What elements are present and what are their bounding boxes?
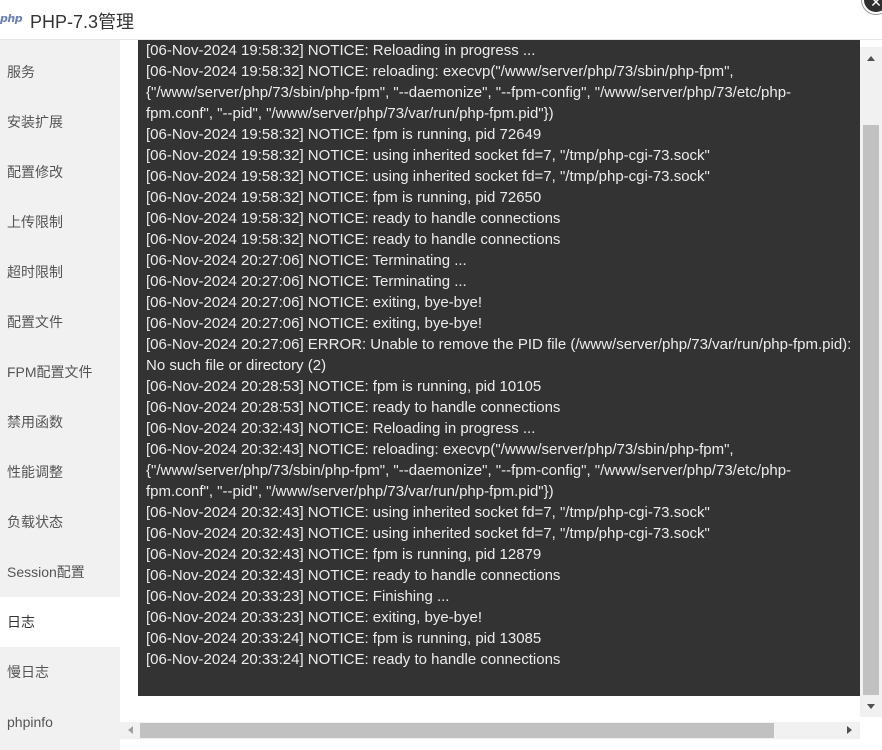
log-line: [06-Nov-2024 19:58:32] NOTICE: ready to … [146, 231, 561, 248]
sidebar-item-upload-limit[interactable]: 上传限制 [0, 197, 120, 247]
sidebar-item-config-edit[interactable]: 配置修改 [0, 147, 120, 197]
log-output[interactable]: [06-Nov-2024 19:58:32] NOTICE: Reloading… [138, 40, 860, 696]
log-line: [06-Nov-2024 20:32:43] NOTICE: fpm is ru… [146, 546, 542, 563]
log-line: [06-Nov-2024 20:33:24] NOTICE: ready to … [146, 651, 561, 668]
sidebar-item-install-extension[interactable]: 安装扩展 [0, 97, 120, 147]
scroll-left-arrow-icon[interactable] [128, 726, 133, 734]
scroll-down-arrow-icon[interactable] [867, 704, 875, 709]
sidebar-item-phpinfo[interactable]: phpinfo [0, 697, 120, 747]
log-line: [06-Nov-2024 19:58:32] NOTICE: ready to … [146, 210, 561, 227]
log-line: [06-Nov-2024 20:33:23] NOTICE: Finishing… [146, 588, 450, 605]
log-line: [06-Nov-2024 19:58:32] NOTICE: using inh… [146, 168, 710, 185]
sidebar-item-timeout-limit[interactable]: 超时限制 [0, 247, 120, 297]
sidebar-item-service[interactable]: 服务 [0, 47, 120, 97]
sidebar-item-load-status[interactable]: 负载状态 [0, 497, 120, 547]
sidebar-item-config-file[interactable]: 配置文件 [0, 297, 120, 347]
log-line: No such file or directory (2) [146, 357, 327, 374]
close-icon: ✕ [870, 0, 882, 10]
log-line: [06-Nov-2024 20:32:43] NOTICE: Reloading… [146, 420, 536, 437]
log-line: [06-Nov-2024 19:58:32] NOTICE: fpm is ru… [146, 126, 542, 143]
log-line: [06-Nov-2024 20:27:06] NOTICE: Terminati… [146, 252, 467, 269]
sidebar-item-performance[interactable]: 性能调整 [0, 447, 120, 497]
horizontal-scroll-thumb[interactable] [140, 723, 774, 738]
title-bar: php PHP-7.3管理 ✕ [0, 0, 882, 40]
sidebar-item-log[interactable]: 日志 [0, 597, 120, 647]
log-line: [06-Nov-2024 19:58:32] NOTICE: Reloading… [146, 42, 536, 59]
sidebar-item-fpm-config-file[interactable]: FPM配置文件 [0, 347, 120, 397]
log-line: [06-Nov-2024 19:58:32] NOTICE: fpm is ru… [146, 189, 542, 206]
log-line: [06-Nov-2024 20:27:06] NOTICE: Terminati… [146, 273, 467, 290]
sidebar-item-disabled-functions[interactable]: 禁用函数 [0, 397, 120, 447]
log-line: fpm.conf", "--pid", "/www/server/php/73/… [146, 483, 554, 500]
php-logo-icon: php [0, 12, 23, 25]
sidebar: 服务 安装扩展 配置修改 上传限制 超时限制 配置文件 FPM配置文件 禁用函数… [0, 40, 120, 750]
vertical-scrollbar[interactable] [860, 47, 882, 717]
log-line: [06-Nov-2024 19:58:32] NOTICE: using inh… [146, 147, 710, 164]
log-line: [06-Nov-2024 20:32:43] NOTICE: using inh… [146, 525, 710, 542]
sidebar-item-session-config[interactable]: Session配置 [0, 547, 120, 597]
log-line: [06-Nov-2024 19:58:32] NOTICE: reloading… [146, 63, 734, 80]
log-line: [06-Nov-2024 20:28:53] NOTICE: ready to … [146, 399, 561, 416]
log-line: [06-Nov-2024 20:27:06] ERROR: Unable to … [146, 336, 852, 353]
scroll-up-arrow-icon[interactable] [867, 56, 875, 61]
php-manager-window: php PHP-7.3管理 ✕ 服务 安装扩展 配置修改 上传限制 超时限制 配… [0, 0, 882, 750]
log-line: [06-Nov-2024 20:32:43] NOTICE: ready to … [146, 567, 561, 584]
log-line: fpm.conf", "--pid", "/www/server/php/73/… [146, 105, 554, 122]
log-line: [06-Nov-2024 20:33:23] NOTICE: exiting, … [146, 609, 483, 626]
log-line: [06-Nov-2024 20:28:53] NOTICE: fpm is ru… [146, 378, 542, 395]
log-line: [06-Nov-2024 20:32:43] NOTICE: using inh… [146, 504, 710, 521]
window-title: PHP-7.3管理 [30, 12, 135, 32]
log-line: [06-Nov-2024 20:33:24] NOTICE: fpm is ru… [146, 630, 542, 647]
log-line: [06-Nov-2024 20:27:06] NOTICE: exiting, … [146, 294, 483, 311]
vertical-scroll-thumb[interactable] [863, 125, 879, 695]
sidebar-item-slow-log[interactable]: 慢日志 [0, 647, 120, 697]
close-button[interactable]: ✕ [862, 0, 882, 14]
log-line: {"/www/server/php/73/sbin/php-fpm", "--d… [146, 462, 792, 479]
log-line: [06-Nov-2024 20:27:06] NOTICE: exiting, … [146, 315, 483, 332]
scroll-right-arrow-icon[interactable] [847, 726, 852, 734]
horizontal-scrollbar[interactable] [120, 722, 860, 739]
log-line: [06-Nov-2024 20:32:43] NOTICE: reloading… [146, 441, 734, 458]
log-line: {"/www/server/php/73/sbin/php-fpm", "--d… [146, 84, 792, 101]
